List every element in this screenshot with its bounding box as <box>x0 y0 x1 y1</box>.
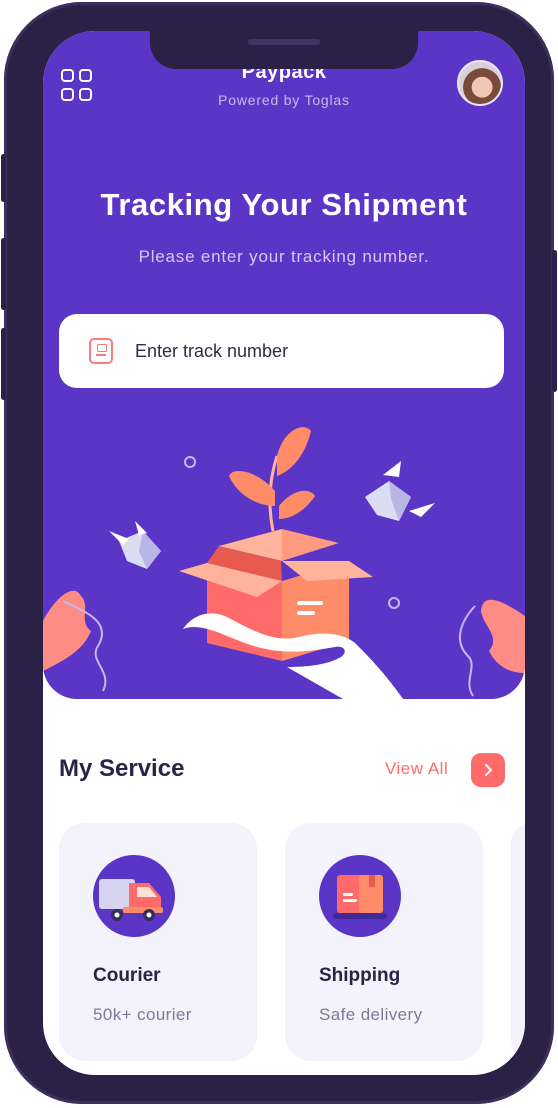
service-card-shipping[interactable]: Shipping Safe delivery <box>285 823 483 1061</box>
delivery-illustration <box>43 427 525 699</box>
view-all-link[interactable]: View All <box>385 759 448 779</box>
dot-decoration <box>184 456 196 468</box>
flying-box-icon <box>109 521 161 569</box>
service-subtitle: Safe delivery <box>319 1005 423 1024</box>
volume-down-button <box>1 328 6 400</box>
service-card-partial[interactable] <box>511 823 525 1061</box>
chevron-right-icon <box>485 764 492 776</box>
service-title: Courier <box>93 965 161 986</box>
service-title: Shipping <box>319 965 401 986</box>
plant-icon <box>229 427 315 532</box>
package-icon <box>89 338 113 364</box>
track-number-field[interactable] <box>59 314 504 388</box>
service-subtitle: 50k+ courier <box>93 1005 192 1024</box>
phone-frame: Paypack Powered by Toglas Tracking Your … <box>1 2 557 1104</box>
silent-switch <box>1 154 6 202</box>
truck-icon <box>93 855 175 937</box>
page-subtitle: Please enter your tracking number. <box>138 247 430 266</box>
app-subtitle: Powered by Toglas <box>218 92 350 108</box>
service-card-courier[interactable]: Courier 50k+ courier <box>59 823 257 1061</box>
package-icon <box>319 855 401 937</box>
flying-box-icon <box>365 461 435 521</box>
power-button <box>552 250 557 392</box>
avatar[interactable] <box>457 60 503 106</box>
volume-up-button <box>1 238 6 310</box>
view-all-button[interactable] <box>471 753 505 787</box>
leaf-right-icon <box>458 599 525 697</box>
track-number-input[interactable] <box>133 339 477 363</box>
notch <box>150 31 418 69</box>
leaf-left-icon <box>43 590 107 692</box>
app-screen: Paypack Powered by Toglas Tracking Your … <box>43 31 525 1075</box>
section-title: My Service <box>59 755 185 782</box>
dot-decoration <box>388 597 400 609</box>
page-title: Tracking Your Shipment <box>100 187 468 222</box>
hero-section: Paypack Powered by Toglas Tracking Your … <box>43 31 525 699</box>
